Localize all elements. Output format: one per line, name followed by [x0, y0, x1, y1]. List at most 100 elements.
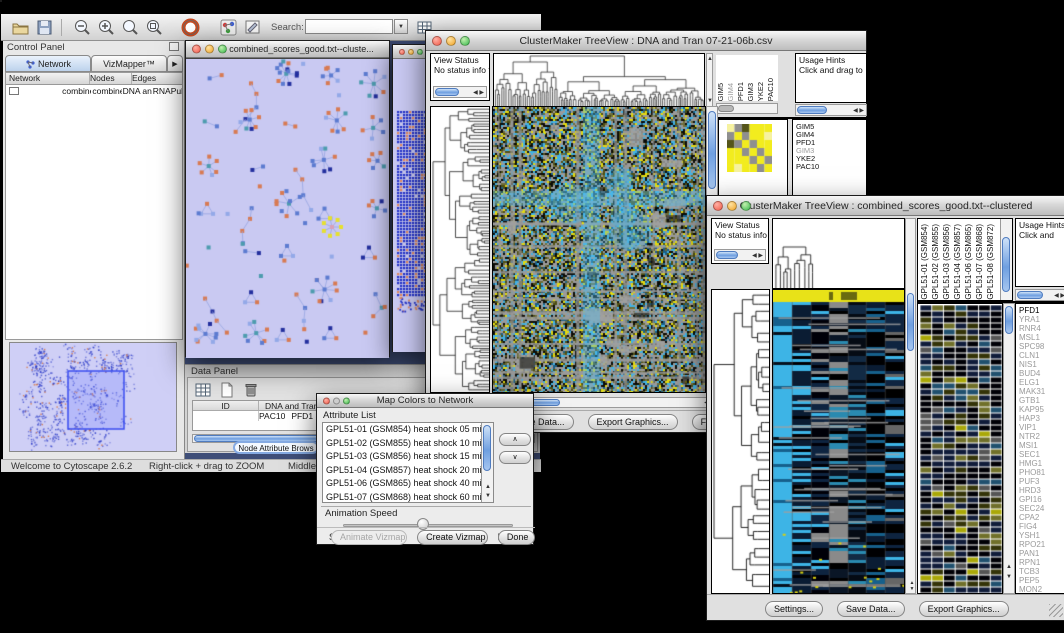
- attribute-item[interactable]: GPL51-07 (GSM868) heat shock 60 min: [323, 491, 493, 504]
- column-label[interactable]: GPL51-01 (GSM854): [920, 224, 929, 300]
- column-label[interactable]: YKE2: [756, 82, 765, 101]
- scroll-arrows[interactable]: ◀ ▶: [473, 89, 484, 97]
- network-table-header[interactable]: Network Nodes Edges: [6, 73, 182, 85]
- dendrogram-strip-scrollbar[interactable]: ▲▼: [706, 53, 713, 107]
- open-folder-icon[interactable]: [11, 18, 30, 37]
- column-label[interactable]: GPL51-02 (GSM855): [931, 224, 940, 300]
- view-status-hscrollbar[interactable]: ◀ ▶: [714, 249, 766, 261]
- close-icon[interactable]: [399, 49, 405, 55]
- zoom-selected-icon[interactable]: [121, 18, 140, 37]
- gene-label[interactable]: CPA2: [1019, 513, 1064, 522]
- listbox-vscrollbar[interactable]: ▲ ▼: [481, 423, 493, 502]
- column-label[interactable]: GIM5: [716, 83, 725, 101]
- delete-icon[interactable]: [242, 381, 261, 400]
- attribute-listbox[interactable]: GPL51-01 (GSM854) heat shock 05 minGPL51…: [322, 422, 494, 503]
- tab-network[interactable]: Network: [5, 55, 91, 72]
- scroll-thumb[interactable]: [1017, 291, 1043, 299]
- zoom-fit-icon[interactable]: [145, 18, 164, 37]
- gene-label[interactable]: RPO21: [1019, 540, 1064, 549]
- gene-label[interactable]: SEC24: [1019, 504, 1064, 513]
- detail-vscrollbar[interactable]: ▲ ▼: [1003, 303, 1015, 594]
- zoom-window-icon[interactable]: [741, 201, 751, 211]
- zoom-window-icon[interactable]: [218, 45, 227, 54]
- close-icon[interactable]: [192, 45, 201, 54]
- birdseye-view[interactable]: [10, 343, 176, 451]
- row-dendrogram[interactable]: [431, 107, 489, 392]
- zoom-in-icon[interactable]: [97, 18, 116, 37]
- column-label[interactable]: PFD1: [736, 82, 745, 101]
- float-panel-icon[interactable]: [169, 42, 179, 51]
- minimize-icon[interactable]: [446, 36, 456, 46]
- column-dendrogram[interactable]: [773, 219, 904, 288]
- id-column-header[interactable]: ID: [193, 401, 259, 410]
- attribute-item[interactable]: GPL51-01 (GSM854) heat shock 05 min: [323, 423, 493, 437]
- gene-label[interactable]: ELG1: [1019, 378, 1064, 387]
- title-bar[interactable]: ClusterMaker TreeView : DNA and Tran 07-…: [426, 31, 866, 51]
- attribute-item[interactable]: GPL51-06 (GSM865) heat shock 40 min: [323, 477, 493, 491]
- minimize-icon[interactable]: [408, 49, 414, 55]
- dialog-button[interactable]: Create Vizmap: [417, 530, 488, 545]
- zoom-window-icon[interactable]: [460, 36, 470, 46]
- scroll-arrows[interactable]: ▲: [485, 483, 491, 491]
- title-bar[interactable]: combined_scores_good.txt--cluste...: [186, 41, 389, 58]
- usage-hints-hscrollbar[interactable]: ◀ ▶: [795, 104, 867, 116]
- scroll-arrows[interactable]: ▼: [485, 492, 491, 500]
- treeview-button[interactable]: Settings...: [765, 601, 823, 617]
- attribute-table-icon[interactable]: [194, 381, 213, 400]
- dialog-button[interactable]: Animate Vizmap: [331, 530, 407, 545]
- scroll-thumb[interactable]: [708, 111, 716, 189]
- scroll-thumb[interactable]: [716, 251, 738, 259]
- gene-label[interactable]: MSI1: [1019, 441, 1064, 450]
- scroll-arrows[interactable]: ◀ ▶: [853, 107, 864, 115]
- gene-label[interactable]: CLN1: [1019, 351, 1064, 360]
- gene-label[interactable]: RNR4: [1019, 324, 1064, 333]
- resize-grip[interactable]: [1049, 604, 1063, 617]
- gene-label[interactable]: HRD3: [1019, 486, 1064, 495]
- save-icon[interactable]: [35, 18, 54, 37]
- column-label[interactable]: GPL51-08 (GSM872): [986, 224, 995, 300]
- title-bar[interactable]: ClusterMaker TreeView : combined_scores_…: [707, 196, 1064, 216]
- detail-heatmap[interactable]: [727, 124, 772, 172]
- node-attribute-browser-button[interactable]: Node Attribute Brows: [233, 441, 319, 454]
- scroll-thumb[interactable]: [718, 105, 734, 112]
- gene-label[interactable]: PHO81: [1019, 468, 1064, 477]
- gene-label[interactable]: MON2: [1019, 585, 1064, 594]
- column-labels-hscrollbar[interactable]: [716, 103, 778, 114]
- scroll-arrows[interactable]: ◀ ▶: [752, 252, 763, 260]
- detail-heatmap[interactable]: [920, 305, 1002, 593]
- gene-label[interactable]: VIP1: [1019, 423, 1064, 432]
- scroll-thumb[interactable]: [483, 425, 491, 471]
- minimize-icon[interactable]: [333, 397, 340, 404]
- column-label[interactable]: PAC10: [766, 78, 775, 101]
- scroll-thumb[interactable]: [435, 88, 459, 96]
- gene-label[interactable]: YRA1: [1019, 315, 1064, 324]
- column-label[interactable]: GIM4: [726, 83, 735, 101]
- gene-label[interactable]: MSL1: [1019, 333, 1064, 342]
- column-dendrogram[interactable]: [494, 54, 704, 106]
- gene-label[interactable]: HMG1: [1019, 459, 1064, 468]
- tab-more[interactable]: ▶: [167, 55, 183, 72]
- help-ring-icon[interactable]: [181, 18, 200, 37]
- row-dendrogram[interactable]: [712, 290, 769, 593]
- gene-label[interactable]: HAP3: [1019, 414, 1064, 423]
- view-status-hscrollbar[interactable]: ◀ ▶: [433, 86, 487, 98]
- attribute-item[interactable]: GPL51-02 (GSM855) heat shock 10 min: [323, 437, 493, 451]
- title-bar[interactable]: Map Colors to Network: [317, 394, 533, 408]
- network-row[interactable]: combined_scorescombined_scoDNA and Tran …: [6, 85, 182, 97]
- column-label[interactable]: GPL51-04 (GSM857): [953, 224, 962, 300]
- move-down-button[interactable]: ∨: [499, 451, 531, 464]
- close-icon[interactable]: [713, 201, 723, 211]
- scroll-arrows[interactable]: ▲▼: [908, 580, 916, 592]
- scroll-arrows[interactable]: ▼: [1006, 573, 1012, 581]
- vizmapper-icon[interactable]: [219, 18, 238, 37]
- zoom-window-icon[interactable]: [343, 397, 350, 404]
- new-document-icon[interactable]: [218, 381, 237, 400]
- network-canvas[interactable]: [186, 58, 389, 358]
- attribute-item[interactable]: GPL51-04 (GSM857) heat shock 20 min: [323, 464, 493, 478]
- annotation-icon[interactable]: [243, 18, 262, 37]
- gene-label[interactable]: RPN1: [1019, 558, 1064, 567]
- zoom-window-icon[interactable]: [417, 49, 423, 55]
- column-label[interactable]: GPL51-07 (GSM868): [975, 224, 984, 300]
- gene-label[interactable]: GTB1: [1019, 396, 1064, 405]
- gene-label[interactable]: FIG4: [1019, 522, 1064, 531]
